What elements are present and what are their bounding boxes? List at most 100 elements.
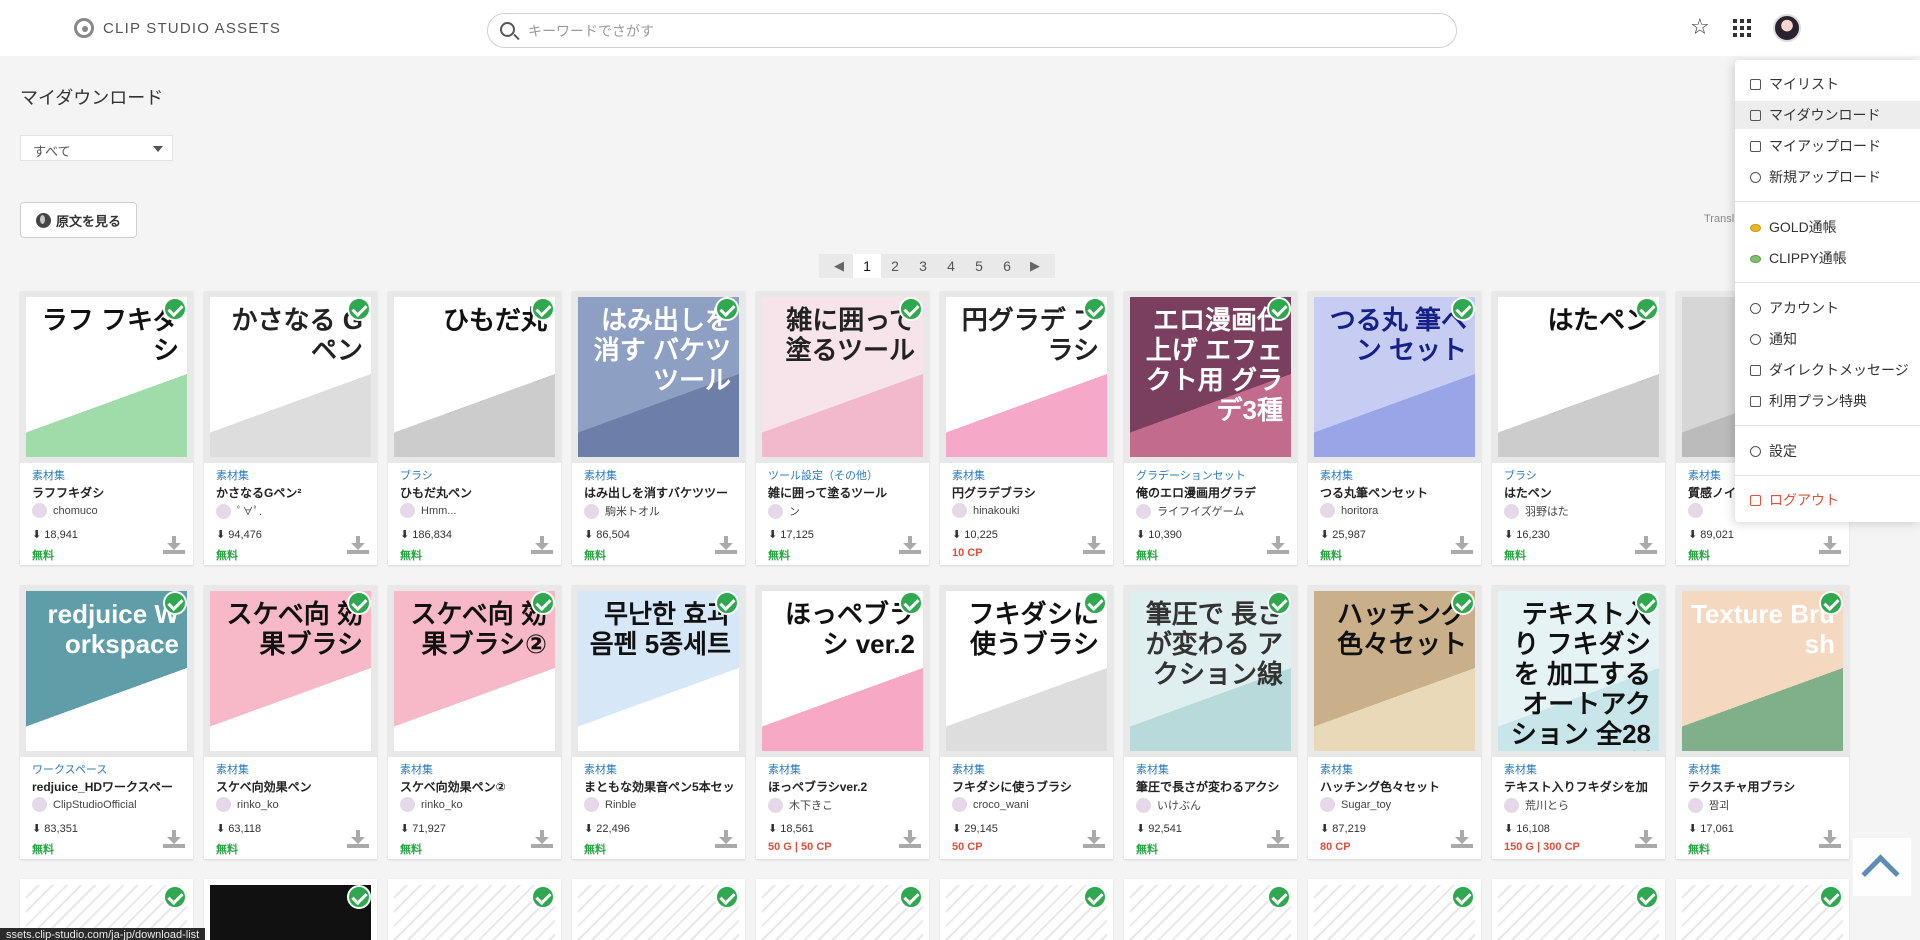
asset-name[interactable]: かさなるGペン² — [216, 484, 371, 501]
asset-card-partial[interactable] — [1676, 879, 1849, 940]
asset-name[interactable]: はたペン — [1504, 484, 1659, 501]
asset-thumbnail[interactable]: 円グラデ ブラシ — [940, 291, 1113, 463]
menu-item-settings[interactable]: 設定 — [1735, 437, 1920, 465]
asset-card[interactable]: テキスト入り フキダシを 加工する オートアクション 全28種素材集テキスト入り… — [1492, 585, 1665, 859]
asset-card[interactable]: スケベ向 効果ブラシ② 素材集 スケベ向効果ペン② rinko_ko ⬇ 71,927 無… — [388, 585, 561, 859]
asset-category[interactable]: ブラシ — [1504, 467, 1537, 483]
asset-category[interactable]: ブラシ — [400, 467, 433, 483]
asset-category[interactable]: ツール設定（その他） — [768, 467, 878, 483]
asset-card-partial[interactable] — [1492, 879, 1665, 940]
download-icon[interactable] — [531, 830, 553, 848]
asset-card[interactable]: 雑に囲って 塗るツール ツール設定（その他） 雑に囲って塗るツールン ⬇ 17,125… — [756, 291, 929, 565]
asset-name[interactable]: ほっペブラシver.2 — [768, 778, 923, 795]
asset-category[interactable]: 素材集 — [952, 761, 985, 777]
menu-item-notifications[interactable]: 通知 — [1735, 325, 1920, 353]
download-icon[interactable] — [1083, 536, 1105, 554]
download-icon[interactable] — [1267, 536, 1289, 554]
menu-item-myupload[interactable]: マイアップロード — [1735, 132, 1920, 160]
asset-thumbnail[interactable]: はたペン — [1492, 291, 1665, 463]
asset-category[interactable]: 素材集 — [1136, 761, 1169, 777]
menu-item-direct-message[interactable]: ダイレクトメッセージ — [1735, 356, 1920, 384]
download-icon[interactable] — [1451, 536, 1473, 554]
asset-name[interactable]: ハッチング色々セット — [1320, 778, 1475, 795]
asset-category[interactable]: 素材集 — [768, 761, 801, 777]
asset-card-partial[interactable] — [940, 879, 1113, 940]
asset-card[interactable]: エロ漫画仕上げ エフェクト用 グラデ3種 グラデーションセット 俺のエロ漫画用グラデ… — [1124, 291, 1297, 565]
asset-thumbnail[interactable]: テキスト入り フキダシを 加工する オートアクション 全28種 — [1492, 585, 1665, 757]
asset-card-partial[interactable] — [388, 879, 561, 940]
download-icon[interactable] — [715, 536, 737, 554]
asset-author[interactable]: 荒川とら — [1504, 797, 1654, 813]
asset-category[interactable]: 素材集 — [216, 761, 249, 777]
asset-name[interactable]: redjuice_HDワークスペー — [32, 778, 187, 795]
asset-card[interactable]: redjuice Workspace ワークスペース redjuice_HDワークス… — [20, 585, 193, 859]
asset-card[interactable]: つる丸 筆ペン セット 素材集 つる丸筆ペンセット horitora ⬇ 25,987 無… — [1308, 291, 1481, 565]
asset-author[interactable]: いけぶん — [1136, 797, 1286, 813]
asset-thumbnail[interactable]: 무난한 효과음펜 5종세트 — [572, 585, 745, 757]
asset-card[interactable]: ほっペブラシ ver.2 素材集 ほっペブラシver.2 木下きこ ⬇ 18,561 50… — [756, 585, 929, 859]
asset-card[interactable]: Texture Brush 素材集 テクスチャ用ブラシ 짬괴 ⬇ 17,061 無料 — [1676, 585, 1849, 859]
category-filter-select[interactable]: すべて — [20, 135, 173, 161]
asset-card[interactable]: はたペン ブラシ はたペン 羽野はた ⬇ 16,230 無料 — [1492, 291, 1665, 565]
scroll-to-top-button[interactable] — [1853, 838, 1911, 896]
page-4-button[interactable]: 4 — [937, 254, 965, 278]
asset-card[interactable]: かさなる Gペン 素材集 かさなるGペン² ﾟ∀ﾟ. ⬇ 94,476 無料 — [204, 291, 377, 565]
download-icon[interactable] — [715, 830, 737, 848]
asset-thumbnail[interactable]: redjuice Workspace — [20, 585, 193, 757]
menu-item-plan-benefits[interactable]: 利用プラン特典 — [1735, 387, 1920, 415]
asset-author[interactable]: ライフイズゲーム — [1136, 503, 1286, 519]
menu-item-account[interactable]: アカウント — [1735, 294, 1920, 322]
asset-thumbnail[interactable]: かさなる Gペン — [204, 291, 377, 463]
asset-author[interactable]: Sugar_toy — [1320, 797, 1470, 812]
asset-category[interactable]: ワークスペース — [32, 761, 107, 777]
download-icon[interactable] — [163, 536, 185, 554]
asset-card-partial[interactable] — [572, 879, 745, 940]
asset-category[interactable]: 素材集 — [400, 761, 433, 777]
asset-category[interactable]: 素材集 — [32, 467, 65, 483]
asset-card[interactable]: ハッチング 色々セット 素材集 ハッチング色々セット Sugar_toy ⬇ 87,21… — [1308, 585, 1481, 859]
apps-grid-icon[interactable] — [1733, 19, 1751, 37]
asset-card[interactable]: スケベ向 効果ブラシ 素材集 スケベ向効果ペン rinko_ko ⬇ 63,118 無料 — [204, 585, 377, 859]
asset-author[interactable]: ClipStudioOfficial — [32, 797, 182, 812]
asset-author[interactable]: Rinble — [584, 797, 734, 812]
asset-name[interactable]: フキダシに使うブラシ — [952, 778, 1107, 795]
asset-category[interactable]: 素材集 — [1320, 467, 1353, 483]
asset-card[interactable]: 円グラデ ブラシ 素材集 円グラデブラシ hinakouki ⬇ 10,225 10 CP — [940, 291, 1113, 565]
asset-author[interactable]: horitora — [1320, 503, 1470, 518]
asset-card-partial[interactable] — [1124, 879, 1297, 940]
next-page-button[interactable]: ▶ — [1021, 254, 1049, 278]
asset-thumbnail[interactable]: 筆圧で 長さが変わる アクション線 — [1124, 585, 1297, 757]
asset-author[interactable]: Hmm... — [400, 503, 550, 518]
asset-card[interactable]: 筆圧で 長さが変わる アクション線 素材集 筆圧で長さが変わるアクシ いけぶん ⬇ 92… — [1124, 585, 1297, 859]
view-original-button[interactable]: 原文を見る — [20, 202, 137, 238]
asset-thumbnail[interactable]: 雑に囲って 塗るツール — [756, 291, 929, 463]
asset-author[interactable]: hinakouki — [952, 503, 1102, 518]
page-5-button[interactable]: 5 — [965, 254, 993, 278]
favorite-star-icon[interactable]: ☆ — [1690, 16, 1710, 38]
search-input[interactable] — [528, 20, 1428, 42]
download-icon[interactable] — [347, 830, 369, 848]
asset-category[interactable]: 素材集 — [952, 467, 985, 483]
asset-name[interactable]: 雑に囲って塗るツール — [768, 484, 923, 501]
page-2-button[interactable]: 2 — [881, 254, 909, 278]
asset-author[interactable]: ン — [768, 503, 918, 519]
asset-card[interactable]: 무난한 효과음펜 5종세트 素材集 まともな効果音ペン5本セッ Rinble ⬇ 22,… — [572, 585, 745, 859]
asset-card-partial[interactable] — [1308, 879, 1481, 940]
asset-name[interactable]: まともな効果音ペン5本セッ — [584, 778, 739, 795]
asset-author[interactable]: chomuco — [32, 503, 182, 518]
user-avatar[interactable] — [1773, 14, 1801, 42]
menu-item-gold[interactable]: GOLD通帳 — [1735, 213, 1920, 241]
asset-thumbnail[interactable]: フキダシに 使うブラシ — [940, 585, 1113, 757]
download-icon[interactable] — [347, 536, 369, 554]
asset-name[interactable]: 俺のエロ漫画用グラデ — [1136, 484, 1291, 501]
asset-card-partial[interactable] — [204, 879, 377, 940]
asset-name[interactable]: テキスト入りフキダシを加 — [1504, 778, 1659, 795]
asset-name[interactable]: ひもだ丸ペン — [400, 484, 555, 501]
asset-card[interactable]: ラフ フキダシ 素材集 ラフフキダシ chomuco ⬇ 18,941 無料 — [20, 291, 193, 565]
asset-thumbnail[interactable]: Texture Brush — [1676, 585, 1849, 757]
asset-card[interactable]: はみ出しを消す バケツツール 素材集 はみ出しを消すバケツツー 駒米トオル ⬇ 86,5… — [572, 291, 745, 565]
asset-name[interactable]: テクスチャ用ブラシ — [1688, 778, 1843, 795]
asset-author[interactable]: rinko_ko — [400, 797, 550, 812]
asset-category[interactable]: グラデーションセット — [1136, 467, 1246, 483]
asset-category[interactable]: 素材集 — [584, 761, 617, 777]
